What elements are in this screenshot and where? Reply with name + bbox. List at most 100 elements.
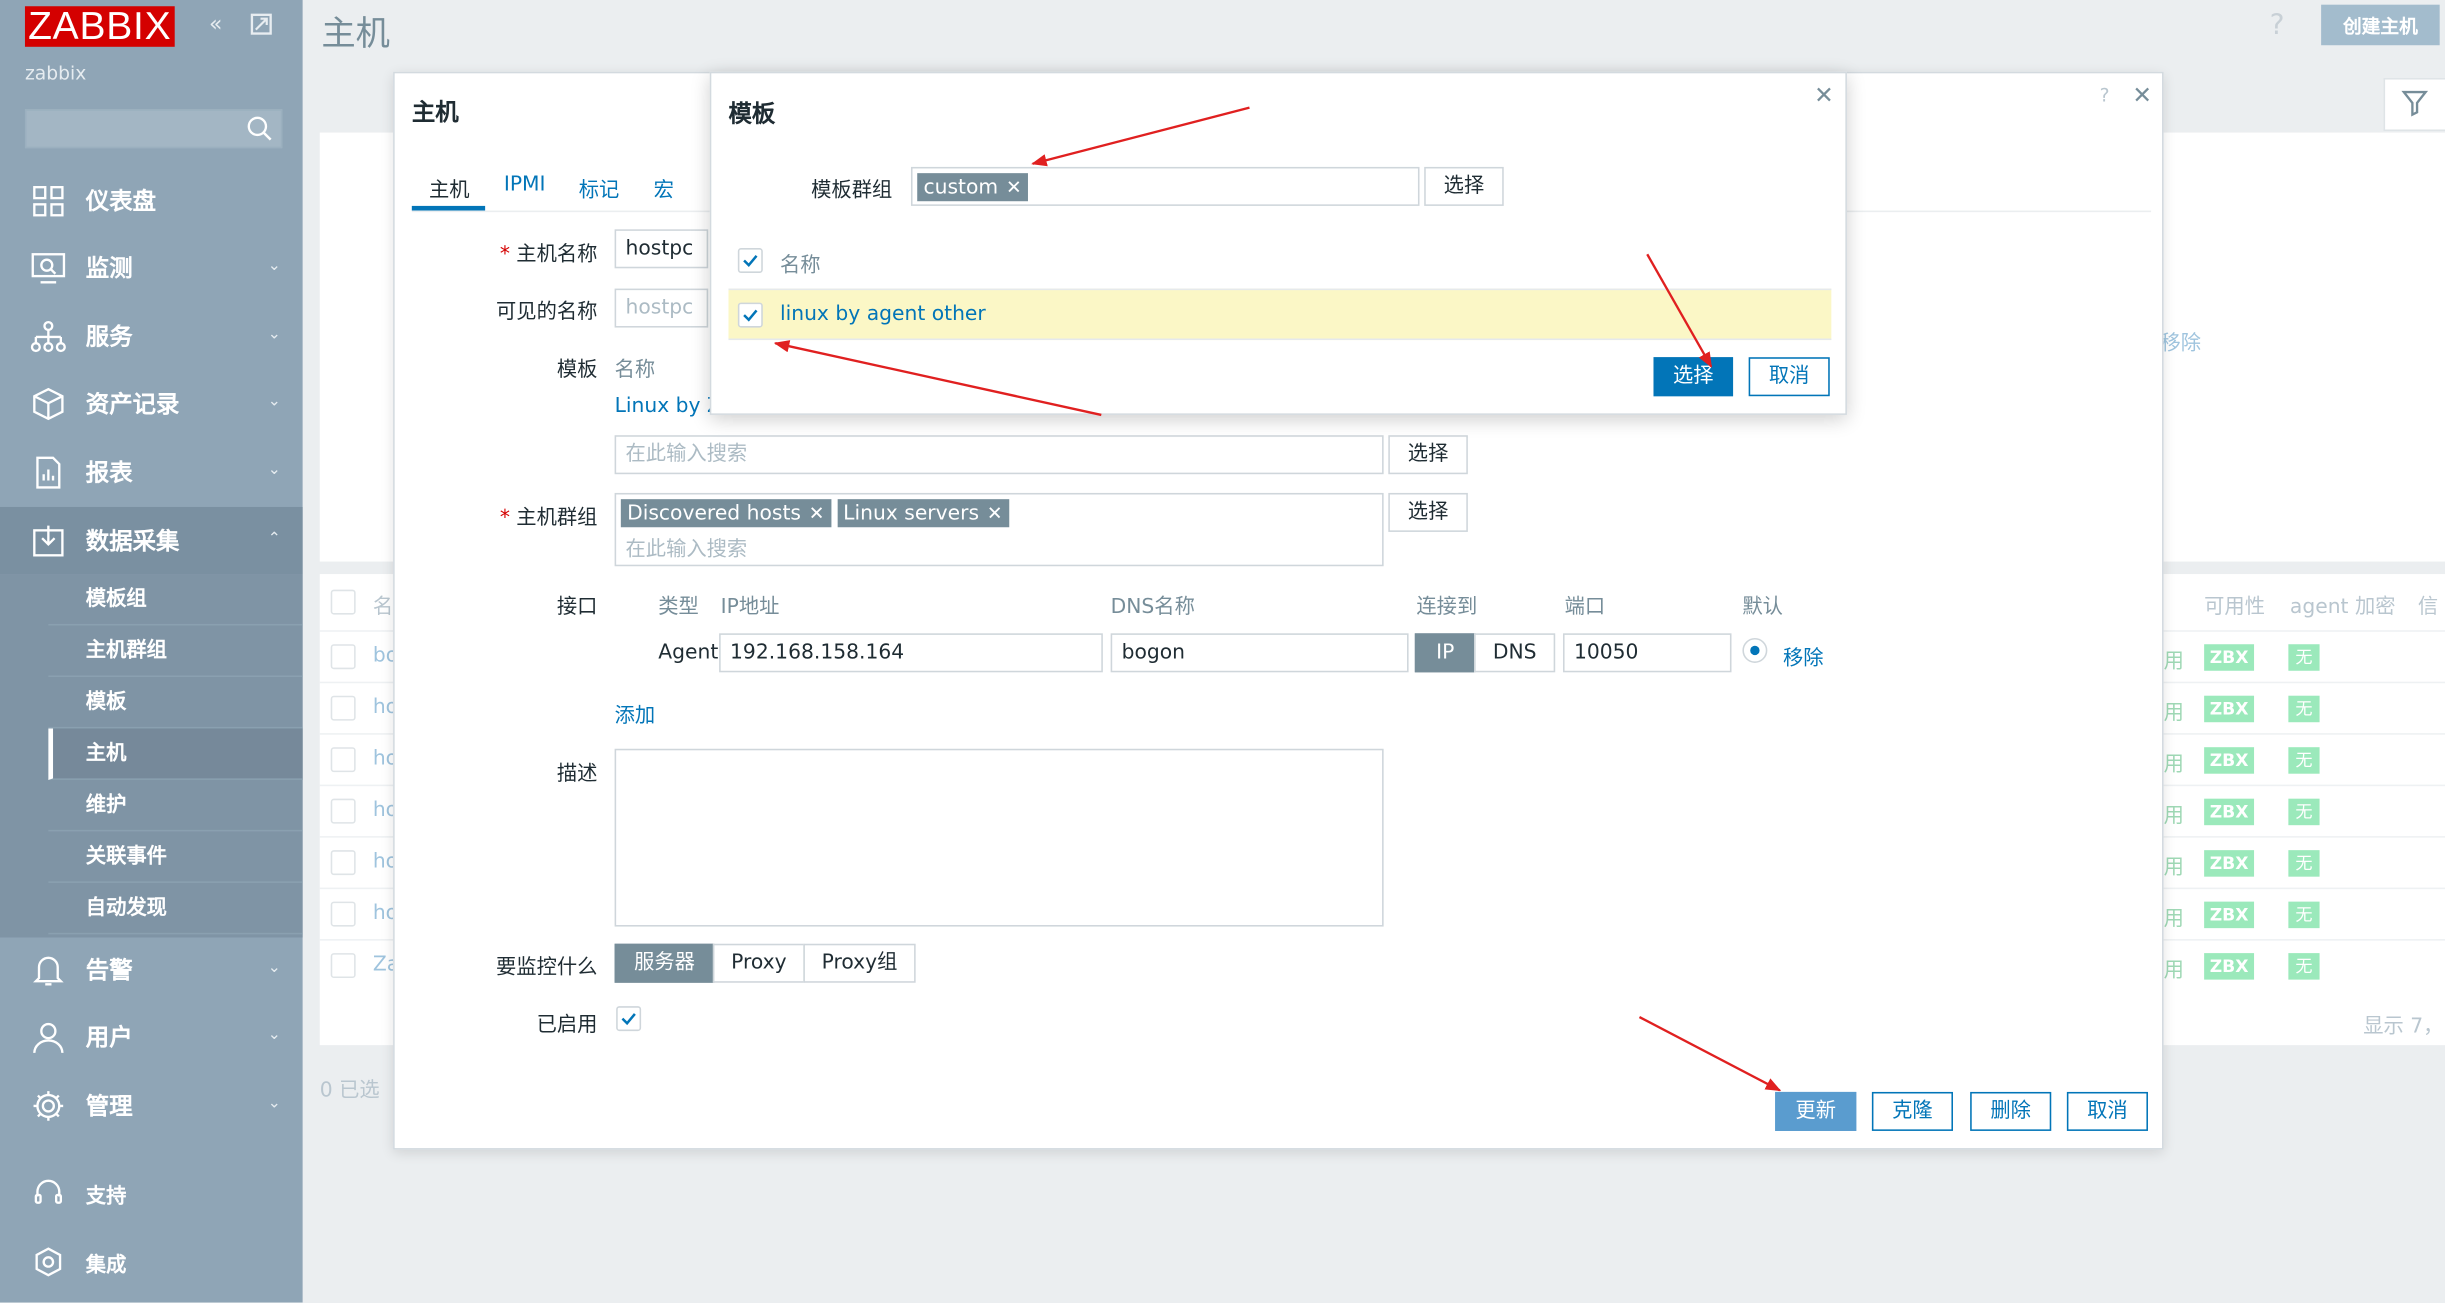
interface-remove-link[interactable]: 移除 xyxy=(1783,641,1824,670)
host-status[interactable]: 用 xyxy=(2164,902,2184,931)
services-icon xyxy=(30,317,67,354)
filter-remove-link[interactable]: 移除 xyxy=(2160,326,2201,355)
host-status[interactable]: 用 xyxy=(2164,799,2184,828)
host-status[interactable]: 用 xyxy=(2164,953,2184,982)
cancel-button[interactable]: 取消 xyxy=(2066,1091,2148,1131)
kiosk-mode-icon[interactable] xyxy=(250,12,273,42)
sidebar-item-templates[interactable]: 模板 xyxy=(48,677,303,729)
nav-integrations[interactable]: 集成 xyxy=(0,1231,303,1293)
description-textarea[interactable] xyxy=(614,748,1384,927)
template-dialog: 模板 ✕ 模板群组 custom ✕ 选择 名称 linux by agent o… xyxy=(709,71,1847,415)
host-groups-select-button[interactable]: 选择 xyxy=(1388,492,1468,532)
delete-button[interactable]: 删除 xyxy=(1970,1091,2052,1131)
row-checkbox[interactable] xyxy=(330,901,356,927)
chevron-down-icon: ⌄ xyxy=(267,1026,281,1044)
row-checkbox[interactable] xyxy=(330,798,356,824)
templates-label: 模板 xyxy=(556,358,598,383)
nav-data-collection[interactable]: 数据采集 ⌃ xyxy=(0,506,303,575)
nav-users[interactable]: 用户 ⌄ xyxy=(0,1003,303,1070)
sidebar-item-template-groups[interactable]: 模板组 xyxy=(48,574,303,626)
templates-select-button[interactable]: 选择 xyxy=(1388,435,1468,475)
sidebar-item-maintenance[interactable]: 维护 xyxy=(48,780,303,832)
sidebar-item-host-groups[interactable]: 主机群组 xyxy=(48,626,303,677)
add-interface-link[interactable]: 添加 xyxy=(615,699,656,728)
monitoring-icon xyxy=(30,249,67,286)
nav-inventory[interactable]: 资产记录 ⌄ xyxy=(0,370,303,437)
remove-chip-icon[interactable]: ✕ xyxy=(987,502,1003,524)
tab-macros[interactable]: 宏 xyxy=(654,173,674,202)
encryption-badge: 无 xyxy=(2288,850,2320,877)
visible-name-input[interactable]: hostpc xyxy=(614,288,709,328)
host-status[interactable]: 用 xyxy=(2164,747,2184,776)
clone-button[interactable]: 克隆 xyxy=(1871,1091,1953,1131)
remove-chip-icon[interactable]: ✕ xyxy=(1006,176,1022,198)
host-status[interactable]: 用 xyxy=(2164,850,2184,879)
tab-ipmi[interactable]: IPMI xyxy=(504,173,546,196)
host-name-input[interactable]: hostpc xyxy=(614,229,709,269)
filter-tab[interactable] xyxy=(2383,77,2445,132)
interface-ip-input[interactable]: 192.168.158.164 xyxy=(719,633,1103,673)
nav-label: 集成 xyxy=(85,1253,127,1277)
nav-administration[interactable]: 管理 ⌄ xyxy=(0,1072,303,1139)
sidebar-item-event-correlation[interactable]: 关联事件 xyxy=(48,831,303,883)
filter-icon xyxy=(2401,90,2429,117)
remove-chip-icon[interactable]: ✕ xyxy=(809,502,825,524)
templates-search-input[interactable]: 在此输入搜索 xyxy=(614,435,1384,475)
host-status[interactable]: 用 xyxy=(2164,696,2184,725)
nav-monitoring[interactable]: 监测 ⌄ xyxy=(0,234,303,301)
update-button[interactable]: 更新 xyxy=(1775,1091,1857,1131)
select-all-checkbox[interactable] xyxy=(330,589,356,615)
nav-reports[interactable]: 报表 ⌄ xyxy=(0,438,303,505)
interface-dns-input[interactable]: bogon xyxy=(1110,633,1409,673)
default-interface-radio[interactable] xyxy=(1742,637,1768,663)
row-checkbox[interactable] xyxy=(330,747,356,773)
tab-tags[interactable]: 标记 xyxy=(579,173,620,202)
row-checkbox[interactable] xyxy=(330,695,356,721)
sidebar-search-input[interactable] xyxy=(24,109,283,149)
select-all-templates-checkbox[interactable] xyxy=(737,248,763,273)
template-row-checkbox[interactable] xyxy=(737,302,763,328)
nav-services[interactable]: 服务 ⌄ xyxy=(0,303,303,370)
template-group-select-button[interactable]: 选择 xyxy=(1424,166,1504,206)
sidebar-item-hosts[interactable]: 主机 xyxy=(48,728,303,780)
interface-port-input[interactable]: 10050 xyxy=(1563,633,1732,673)
connect-ip-toggle[interactable]: IP xyxy=(1414,633,1476,673)
connect-dns-toggle[interactable]: DNS xyxy=(1474,633,1556,673)
create-host-button[interactable]: 创建主机 xyxy=(2321,4,2440,46)
host-groups-multiselect[interactable]: Discovered hosts ✕ Linux servers ✕ 在此输入搜索 xyxy=(614,492,1384,567)
template-group-multiselect[interactable]: custom ✕ xyxy=(910,166,1420,206)
page-title: 主机 xyxy=(321,15,390,55)
host-status[interactable]: 用 xyxy=(2164,644,2184,673)
host-group-chip: Discovered hosts ✕ xyxy=(620,499,831,528)
close-icon[interactable]: ✕ xyxy=(2132,81,2152,109)
help-icon[interactable]: ? xyxy=(2270,9,2285,42)
list-item[interactable]: linux by agent other xyxy=(728,288,1832,341)
row-checkbox[interactable] xyxy=(330,850,356,876)
template-name-link[interactable]: linux by agent other xyxy=(780,303,986,326)
monitored-by-proxy[interactable]: Proxy xyxy=(712,943,805,983)
interface-col-ip: IP地址 xyxy=(720,595,780,620)
zabbix-logo[interactable]: ZABBIX xyxy=(24,6,175,47)
interfaces-label: 接口 xyxy=(556,595,598,620)
nav-support[interactable]: 支持 xyxy=(0,1162,303,1224)
nav-label: 资产记录 xyxy=(85,389,180,419)
host-groups-search-input[interactable]: 在此输入搜索 xyxy=(621,535,1378,566)
row-checkbox[interactable] xyxy=(330,644,356,670)
sidebar-item-discovery[interactable]: 自动发现 xyxy=(48,883,303,935)
monitored-by-proxy-group[interactable]: Proxy组 xyxy=(803,943,916,983)
tab-host[interactable]: 主机 xyxy=(429,173,470,202)
row-checkbox[interactable] xyxy=(330,953,356,979)
template-cancel-button[interactable]: 取消 xyxy=(1748,357,1830,397)
search-icon[interactable] xyxy=(246,115,273,148)
template-confirm-select-button[interactable]: 选择 xyxy=(1653,357,1734,397)
column-header-name[interactable]: 名 xyxy=(373,590,393,619)
enabled-checkbox[interactable] xyxy=(616,1006,642,1032)
help-icon[interactable]: ? xyxy=(2100,84,2110,106)
host-name-label: * 主机名称 xyxy=(499,243,598,267)
monitored-by-server[interactable]: 服务器 xyxy=(614,943,715,983)
close-icon[interactable]: ✕ xyxy=(1814,81,1834,109)
collapse-sidebar-icon[interactable]: « xyxy=(209,12,222,37)
linked-template-link[interactable]: Linux by Z xyxy=(615,395,721,418)
nav-alerts[interactable]: 告警 ⌄ xyxy=(0,936,303,1003)
nav-dashboard[interactable]: 仪表盘 xyxy=(0,167,303,234)
